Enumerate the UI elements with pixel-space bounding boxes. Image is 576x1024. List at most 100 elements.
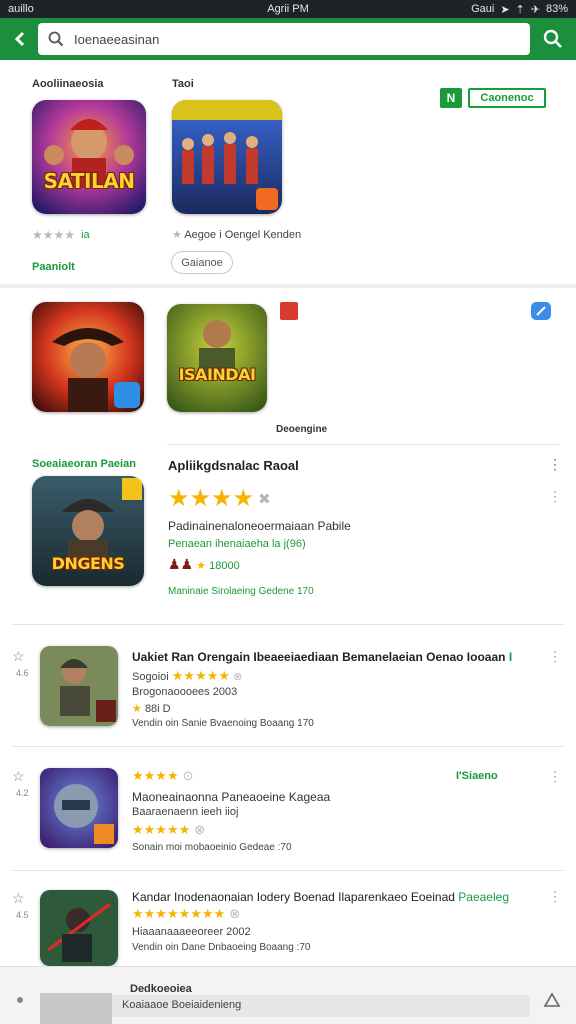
more-icon[interactable]: ⋮ <box>548 456 562 472</box>
star-icon: ★ <box>64 228 76 242</box>
wifi-icon: ➤ <box>500 3 510 16</box>
more-icon[interactable]: ⋮ <box>548 488 562 504</box>
star-empty-icon: ⊙ <box>182 768 194 783</box>
app-icon-isaindai[interactable]: ISAINDAI <box>167 304 267 412</box>
game-art-image <box>40 646 118 726</box>
game-art-image <box>172 100 282 214</box>
list-item-top-right[interactable]: I'Siaeno <box>456 770 498 782</box>
link-icon[interactable] <box>531 302 551 320</box>
list-item-score: 4.5 <box>16 910 29 920</box>
list-item-title-text: Uakiet Ran Orengain Ibeaeeiaediaan Beman… <box>132 650 506 664</box>
list-divider <box>12 746 564 747</box>
app5-desc: Padinainenaloneoermaiaan Pabile <box>168 519 351 533</box>
search-input[interactable] <box>74 31 494 47</box>
star-outline-icon[interactable]: ☆ <box>12 890 25 907</box>
bottom-title: Dedkoeoiea <box>130 983 192 995</box>
app5-sub: 18000 <box>209 560 240 572</box>
app5-rating: ★ ★ ★ ★ ✖ <box>168 484 271 513</box>
app-icon-soldier[interactable] <box>40 646 118 726</box>
app-icon-dngens[interactable]: DNGENS <box>32 476 144 586</box>
bottom-bar[interactable]: Koaiaaoe Boeiaidenieng <box>112 995 530 1017</box>
star-icon: ★ <box>172 229 182 241</box>
app1-rating: ★ ★ ★ ★ ia <box>32 228 90 242</box>
star-icon: ★ <box>132 703 142 715</box>
badge-icon <box>280 302 298 320</box>
featured-link[interactable]: Paaniolt <box>32 261 75 273</box>
star-empty-icon: ⊗ <box>233 671 243 683</box>
featured-col1-title: Aooliinaeosia <box>32 78 104 90</box>
search-icon <box>543 29 562 48</box>
app5-meta: Penaean ihenaiaeha la j(96) <box>168 538 306 550</box>
star-icon: ★ <box>196 560 207 572</box>
list-item-sub: Hiaaanaaaeeoreer 2002 <box>132 926 251 938</box>
dot-icon <box>17 997 23 1003</box>
star-icon: ★★★★★ <box>171 668 231 683</box>
more-icon[interactable]: ⋮ <box>548 888 562 904</box>
recycle-icon <box>543 992 561 1007</box>
list-item-title-text: Kandar Inodenaonaian Iodery Boenad Ilapa… <box>132 890 455 904</box>
app-badge-icon: N <box>440 88 462 108</box>
game-art-image <box>32 100 146 214</box>
game-art-image <box>32 302 144 412</box>
app-icon-satilan[interactable]: SATILAN <box>32 100 146 214</box>
app-icon-fighters[interactable] <box>172 100 282 214</box>
list-item-footer: Vendin oin Sanie Bvaenoing Boaang 170 <box>132 718 314 729</box>
star-outline-icon[interactable]: ☆ <box>12 768 25 785</box>
list-item-rating-label: Sogoioi <box>132 671 169 683</box>
list-divider <box>12 624 564 625</box>
list-item-top-rating: ★★★★ ⊙ <box>132 768 194 784</box>
list-item-rating-row: Sogoioi ★★★★★ ⊗ <box>132 668 242 684</box>
bottom-desc: Koaiaaoe Boeiaidenieng <box>122 999 242 1011</box>
app-icon-ninja[interactable] <box>40 890 118 966</box>
star-icon: ★ <box>32 228 43 242</box>
app-icon-helmet[interactable] <box>40 768 118 848</box>
star-empty-icon: ⊗ <box>229 906 241 921</box>
list-item-title[interactable]: Maoneainaonna Paneaoeine Kageaa <box>132 790 330 804</box>
game-art-image <box>40 890 118 966</box>
list-item-title[interactable]: Kandar Inodenaonaian Iodery Boenad Ilapa… <box>132 890 509 904</box>
app5-title[interactable]: Apliikgdsnalac Raoal <box>168 458 299 473</box>
bt-icon: ✈ <box>530 3 540 16</box>
star-icon: ★ <box>189 485 212 512</box>
featured-badge[interactable]: Caonenoc <box>468 88 546 108</box>
star-icon: ★ <box>211 485 233 512</box>
star-icon: ★ <box>53 228 65 242</box>
thumbnail-image <box>40 993 112 1024</box>
star-icon: ★★★★ <box>132 768 179 783</box>
avatar-icon: ♟♟ <box>168 556 194 572</box>
list-item-footer: Sonain moi mobaoeinio Gedeae :70 <box>132 842 292 853</box>
list-item-sub: Baaraenaenn ieeh iioj <box>132 806 239 818</box>
list-item-rating: ★★★★★ ⊗ <box>132 822 205 838</box>
app-icon-label: SATILAN <box>43 169 135 194</box>
app-icon-label: ISAINDAI <box>178 364 256 384</box>
app5-line: Maninaie Sirolaeing Gedene 170 <box>168 586 314 597</box>
star-icon: ★★★★★ <box>132 822 191 837</box>
app-icon-label: DNGENS <box>51 553 125 573</box>
star-outline-icon[interactable]: ☆ <box>12 648 25 665</box>
back-button[interactable] <box>6 22 36 56</box>
app-icon-cowboy[interactable] <box>32 302 144 412</box>
status-bar: auillo Agrii PM Gaui ➤ ⇡ ✈ 83% <box>0 0 576 18</box>
game-art-image <box>167 304 267 412</box>
share-icon[interactable] <box>542 991 562 1011</box>
search-button[interactable] <box>534 22 572 56</box>
app2-line-text: Aegoe i Oengel Kenden <box>184 229 302 241</box>
game-art-image <box>40 768 118 848</box>
list-item-title-tail: I <box>508 650 513 664</box>
list-item-score: 4.6 <box>16 668 29 678</box>
arrow-left-icon <box>14 31 25 47</box>
pen-icon <box>536 306 546 316</box>
list-item-title[interactable]: Uakiet Ran Orengain Ibeaeeiaediaan Beman… <box>132 650 512 664</box>
app5-sub-row: ♟♟ ★ 18000 <box>168 556 240 573</box>
star-icon: ★ <box>232 485 255 512</box>
more-icon[interactable]: ⋮ <box>548 648 562 664</box>
star-icon: ★ <box>168 485 190 512</box>
more-icon[interactable]: ⋮ <box>548 768 562 784</box>
list-item-title-tail: Paeaeleg <box>458 890 509 904</box>
status-right: Gaui ➤ ⇡ ✈ 83% <box>471 3 568 16</box>
section-divider <box>0 284 576 288</box>
search-box[interactable] <box>38 23 530 55</box>
star-icon: ★ <box>42 228 54 242</box>
star-icon: ★★★★★★★★ <box>132 906 226 921</box>
featured-chip[interactable]: Gaianoe <box>171 251 233 274</box>
